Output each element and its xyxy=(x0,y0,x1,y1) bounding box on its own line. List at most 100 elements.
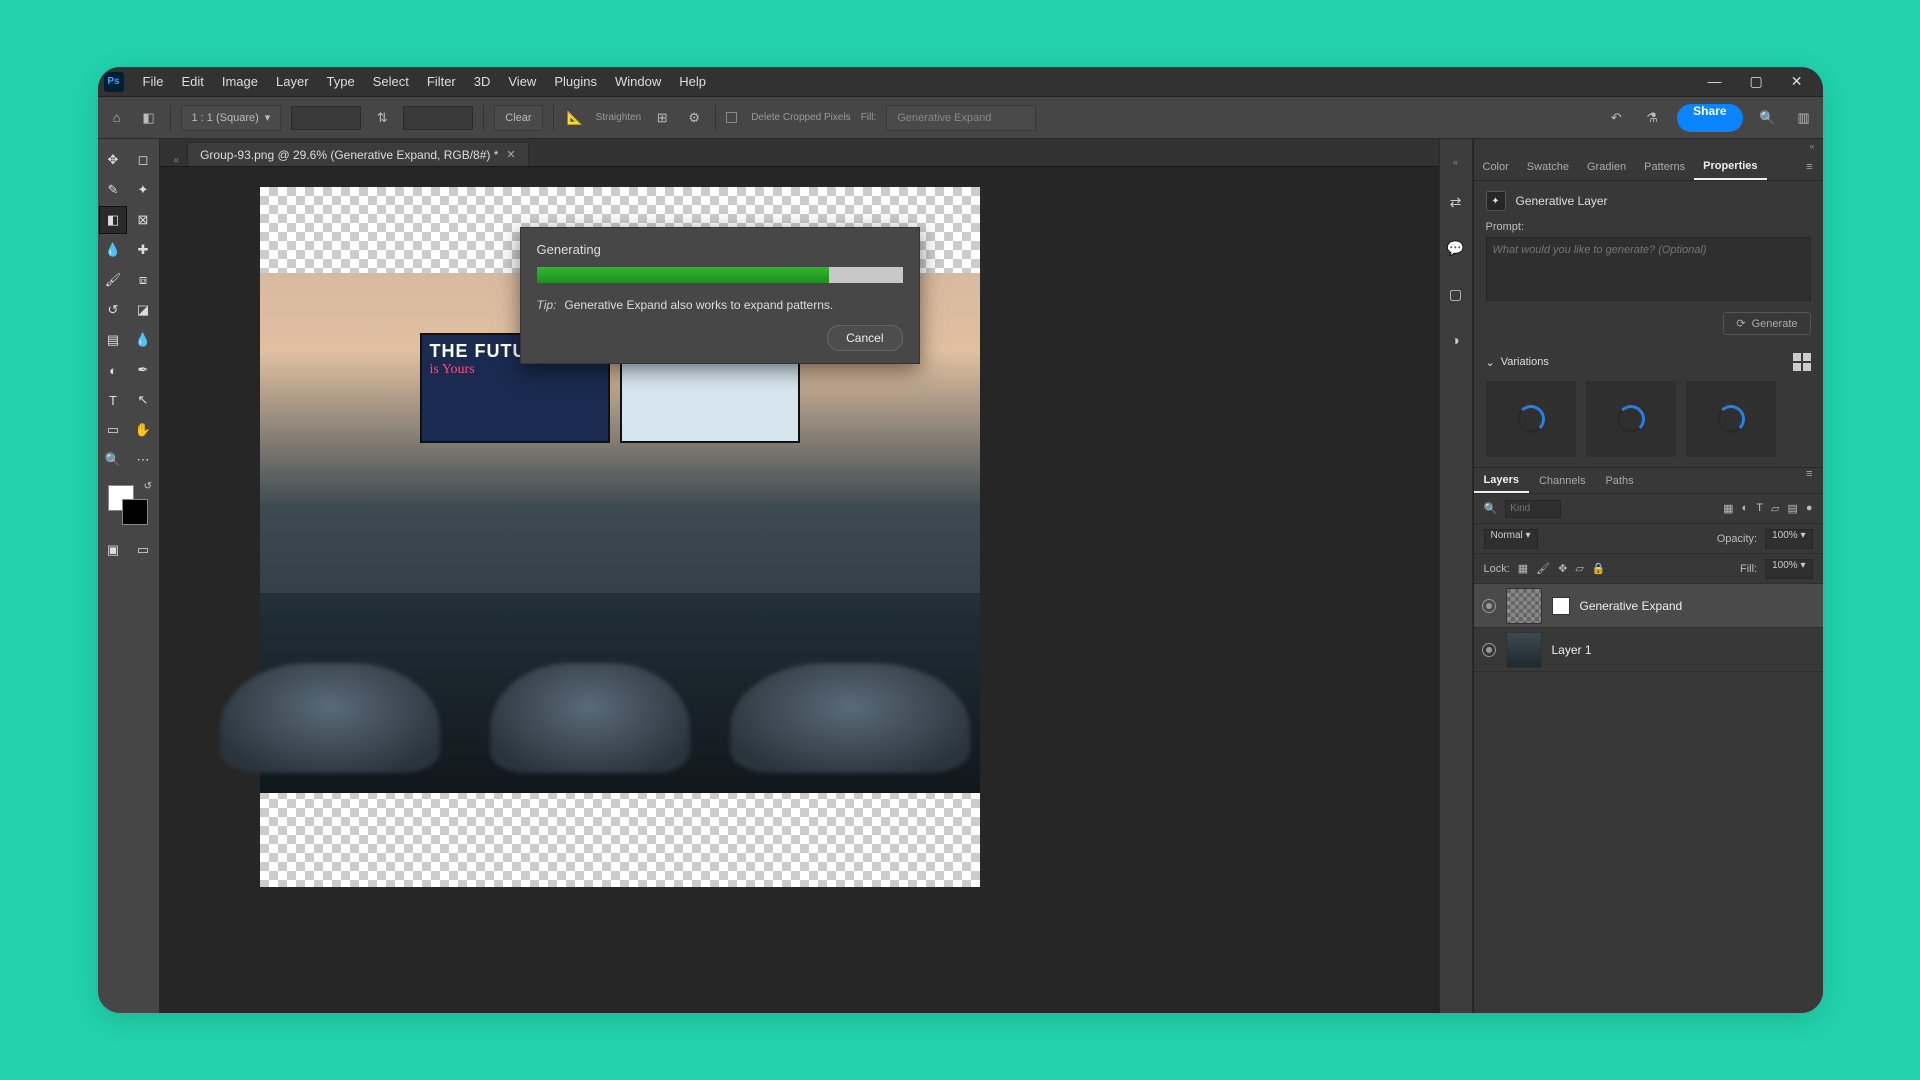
menu-3d[interactable]: 3D xyxy=(465,74,500,89)
type-tool[interactable]: T xyxy=(99,386,127,414)
panel-icon-1[interactable]: ⇄ xyxy=(1445,191,1467,213)
menu-layer[interactable]: Layer xyxy=(267,74,318,89)
cancel-button[interactable]: Cancel xyxy=(827,325,902,351)
lock-position-icon[interactable]: ✥ xyxy=(1558,562,1567,575)
crop-height-input[interactable] xyxy=(403,106,473,130)
filter-adjust-icon[interactable]: ◐ xyxy=(1742,502,1749,515)
variation-thumb-3[interactable] xyxy=(1686,381,1776,457)
prompt-input[interactable] xyxy=(1486,237,1811,301)
path-select-tool[interactable]: ↖ xyxy=(129,386,157,414)
crop-tool[interactable]: ◧ xyxy=(99,206,127,234)
menu-view[interactable]: View xyxy=(499,74,545,89)
color-swatches[interactable]: ↺ xyxy=(106,483,150,527)
background-color[interactable] xyxy=(122,499,148,525)
tab-collapse-icon[interactable]: « xyxy=(166,155,188,166)
filter-toggle-icon[interactable]: ● xyxy=(1806,502,1813,515)
filter-shape-icon[interactable]: ▱ xyxy=(1771,502,1779,515)
layer-thumbnail[interactable] xyxy=(1506,632,1542,668)
quick-select-tool[interactable]: ✦ xyxy=(129,176,157,204)
history-brush-tool[interactable]: ↺ xyxy=(99,296,127,324)
panel-icon-comments[interactable]: 💬 xyxy=(1445,237,1467,259)
frame-tool[interactable]: ⊠ xyxy=(129,206,157,234)
menu-image[interactable]: Image xyxy=(213,74,267,89)
layer-name[interactable]: Layer 1 xyxy=(1552,643,1592,657)
lock-pixels-icon[interactable]: 🖌 xyxy=(1536,562,1550,575)
menu-plugins[interactable]: Plugins xyxy=(545,74,606,89)
home-icon[interactable]: ⌂ xyxy=(106,107,128,129)
delete-cropped-checkbox[interactable] xyxy=(726,112,737,123)
pen-tool[interactable]: ✒ xyxy=(129,356,157,384)
canvas[interactable]: THE FUTURE is Yours Generating Ti xyxy=(160,167,1439,1013)
straighten-icon[interactable]: 📐 xyxy=(564,107,586,129)
marquee-tool[interactable]: ◻ xyxy=(129,146,157,174)
move-tool[interactable]: ✥ xyxy=(99,146,127,174)
window-maximize-icon[interactable]: ▢ xyxy=(1750,73,1763,90)
tab-channels[interactable]: Channels xyxy=(1529,468,1595,493)
crop-settings-icon[interactable]: ⚙ xyxy=(683,107,705,129)
filter-pixel-icon[interactable]: ▦ xyxy=(1723,502,1733,515)
quick-mask-tool[interactable]: ▣ xyxy=(99,536,127,564)
layer-row[interactable]: Generative Expand xyxy=(1474,584,1823,628)
gradient-tool[interactable]: ▤ xyxy=(99,326,127,354)
layer-filter-input[interactable] xyxy=(1505,500,1561,518)
blur-tool[interactable]: 💧 xyxy=(129,326,157,354)
hand-tool[interactable]: ✋ xyxy=(129,416,157,444)
crop-width-input[interactable] xyxy=(291,106,361,130)
filter-search-icon[interactable]: 🔍 xyxy=(1484,502,1498,515)
tab-color[interactable]: Color xyxy=(1474,153,1518,180)
share-button[interactable]: Share xyxy=(1677,104,1742,132)
workspace-icon[interactable]: ▥ xyxy=(1793,107,1815,129)
menu-select[interactable]: Select xyxy=(364,74,418,89)
eraser-tool[interactable]: ◪ xyxy=(129,296,157,324)
blend-mode-dropdown[interactable]: Normal ▾ xyxy=(1484,529,1538,549)
fill-dropdown[interactable]: 100% ▾ xyxy=(1765,559,1812,579)
tab-layers[interactable]: Layers xyxy=(1474,468,1529,493)
swap-dimensions-icon[interactable]: ⇅ xyxy=(371,107,393,129)
layer-name[interactable]: Generative Expand xyxy=(1580,599,1683,613)
layers-panel-menu-icon[interactable]: ≡ xyxy=(1796,468,1822,493)
fill-dropdown[interactable]: Generative Expand xyxy=(886,105,1036,131)
menu-filter[interactable]: Filter xyxy=(418,74,465,89)
layer-row[interactable]: Layer 1 xyxy=(1474,628,1823,672)
variation-thumb-2[interactable] xyxy=(1586,381,1676,457)
clear-button[interactable]: Clear xyxy=(494,105,542,131)
shape-tool[interactable]: ▭ xyxy=(99,416,127,444)
panel-menu-icon[interactable]: ≡ xyxy=(1796,161,1822,173)
aspect-ratio-dropdown[interactable]: 1 : 1 (Square) ▾ xyxy=(181,105,282,131)
swap-colors-icon[interactable]: ↺ xyxy=(144,481,152,492)
zoom-tool[interactable]: 🔍 xyxy=(99,446,127,474)
healing-tool[interactable]: ✚ xyxy=(129,236,157,264)
layer-mask-thumbnail[interactable] xyxy=(1552,597,1570,615)
panel-icon-libraries[interactable]: ▢ xyxy=(1445,283,1467,305)
menu-type[interactable]: Type xyxy=(318,74,364,89)
overlay-grid-icon[interactable]: ⊞ xyxy=(651,107,673,129)
screen-mode-tool[interactable]: ▭ xyxy=(129,536,157,564)
dodge-tool[interactable]: ◐ xyxy=(99,356,127,384)
filter-type-icon[interactable]: T xyxy=(1756,502,1763,515)
panel-icon-adjust[interactable]: ◑ xyxy=(1445,329,1467,351)
tab-gradients[interactable]: Gradien xyxy=(1578,153,1635,180)
window-minimize-icon[interactable]: — xyxy=(1708,73,1722,90)
layer-thumbnail[interactable] xyxy=(1506,588,1542,624)
lock-all-icon[interactable]: 🔒 xyxy=(1592,562,1606,575)
window-close-icon[interactable]: ✕ xyxy=(1791,73,1803,90)
menu-file[interactable]: File xyxy=(134,74,173,89)
tab-properties[interactable]: Properties xyxy=(1694,153,1766,180)
chevron-down-icon[interactable]: ⌄ xyxy=(1486,356,1495,369)
close-tab-icon[interactable]: ✕ xyxy=(506,148,515,161)
menu-edit[interactable]: Edit xyxy=(172,74,212,89)
beaker-icon[interactable]: ⚗ xyxy=(1641,107,1663,129)
lock-artboard-icon[interactable]: ▱ xyxy=(1575,562,1583,575)
document-tab[interactable]: Group-93.png @ 29.6% (Generative Expand,… xyxy=(187,142,529,166)
variations-grid-icon[interactable] xyxy=(1793,353,1811,371)
visibility-toggle-icon[interactable] xyxy=(1482,643,1496,657)
crop-tool-icon[interactable]: ◧ xyxy=(138,107,160,129)
tab-paths[interactable]: Paths xyxy=(1595,468,1643,493)
stamp-tool[interactable]: ⧈ xyxy=(129,266,157,294)
menu-help[interactable]: Help xyxy=(670,74,715,89)
search-icon[interactable]: 🔍 xyxy=(1757,107,1779,129)
brush-tool[interactable]: 🖌 xyxy=(99,266,127,294)
lock-transparency-icon[interactable]: ▦ xyxy=(1518,562,1528,575)
eyedropper-tool[interactable]: 💧 xyxy=(99,236,127,264)
more-tools[interactable]: ⋯ xyxy=(129,446,157,474)
